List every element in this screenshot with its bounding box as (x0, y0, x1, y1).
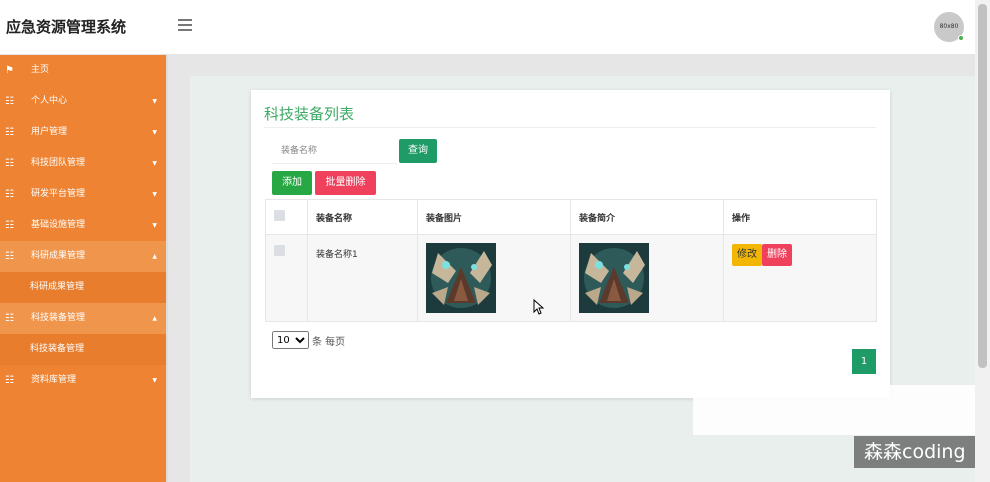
sidebar-item-label: 个人中心 (31, 96, 68, 106)
row-select-cell (265, 234, 308, 322)
select-all-checkbox[interactable] (274, 210, 285, 221)
avatar-text: 80x80 (939, 23, 959, 30)
sidebar-item-tech-team[interactable]: ☷ 科技团队管理 ▼ (0, 148, 166, 179)
sidebar: ⚑ 主页 ☷ 个人中心 ▼ ☷ 用户管理 ▼ ☷ 科技团队管理 ▼ ☷ 研发平台… (0, 55, 166, 482)
chevron-down-icon: ▼ (152, 377, 157, 384)
scrollbar-thumb[interactable] (978, 4, 987, 368)
grid-icon: ☷ (5, 375, 14, 386)
sidebar-item-rd-platform[interactable]: ☷ 研发平台管理 ▼ (0, 179, 166, 210)
screen-glare (693, 385, 975, 435)
grid-icon: ☷ (5, 189, 14, 200)
sidebar-item-label: 主页 (31, 65, 50, 75)
avatar[interactable]: 80x80 (934, 12, 964, 42)
sidebar-item-label: 科研成果管理 (31, 251, 86, 261)
select-all-header (265, 199, 308, 235)
equipment-intro-image (579, 243, 649, 313)
column-header: 装备名称 (307, 199, 418, 235)
top-bar: 应急资源管理系统 80x80 (0, 0, 975, 55)
search-input[interactable] (272, 138, 397, 164)
chevron-down-icon: ▼ (152, 98, 157, 105)
page-scrollbar[interactable] (975, 0, 990, 482)
chevron-down-icon: ▼ (152, 160, 157, 167)
sidebar-item-label: 科技装备管理 (31, 313, 86, 323)
online-status-icon (958, 35, 964, 41)
table-row: 装备名称1 修改 删除 (265, 234, 877, 322)
mouse-cursor-icon (533, 299, 545, 315)
flag-icon: ⚑ (5, 65, 14, 76)
chevron-up-icon: ▲ (152, 315, 157, 322)
column-header: 装备图片 (417, 199, 571, 235)
equipment-image[interactable] (426, 243, 496, 313)
sidebar-item-label: 资料库管理 (31, 375, 77, 385)
app-title: 应急资源管理系统 (6, 18, 127, 36)
sidebar-subitem-tech-equipment[interactable]: 科技装备管理 (0, 334, 166, 365)
table-header-row: 装备名称 装备图片 装备简介 操作 (265, 199, 877, 235)
sidebar-divider (166, 55, 168, 482)
equipment-name-cell: 装备名称1 (307, 234, 418, 322)
chevron-down-icon: ▼ (152, 129, 157, 136)
grid-icon: ☷ (5, 251, 14, 262)
sidebar-item-tech-equipment[interactable]: ☷ 科技装备管理 ▲ (0, 303, 166, 334)
equipment-table: 装备名称 装备图片 装备简介 操作 装备名称1 修改 删除 (265, 199, 877, 322)
column-header: 操作 (723, 199, 877, 235)
page-title: 科技装备列表 (264, 105, 355, 123)
column-header: 装备简介 (570, 199, 724, 235)
grid-icon: ☷ (5, 127, 14, 138)
chevron-down-icon: ▼ (152, 222, 157, 229)
chevron-down-icon: ▼ (152, 191, 157, 198)
grid-icon: ☷ (5, 220, 14, 231)
sidebar-item-label: 基础设施管理 (31, 220, 86, 230)
add-button[interactable]: 添加 (272, 171, 312, 195)
equipment-image-cell (417, 234, 571, 322)
sidebar-item-label: 研发平台管理 (31, 189, 86, 199)
sidebar-item-personal-center[interactable]: ☷ 个人中心 ▼ (0, 86, 166, 117)
sidebar-item-library[interactable]: ☷ 资料库管理 ▼ (0, 365, 166, 396)
equipment-list-card: 科技装备列表 查询 添加 批量删除 装备名称 装备图片 装备简介 操作 装备名称… (251, 90, 890, 398)
chevron-up-icon: ▲ (152, 253, 157, 260)
grid-icon: ☷ (5, 96, 14, 107)
delete-button[interactable]: 删除 (762, 244, 792, 266)
batch-delete-button[interactable]: 批量删除 (315, 171, 376, 195)
sidebar-item-users[interactable]: ☷ 用户管理 ▼ (0, 117, 166, 148)
row-checkbox[interactable] (274, 245, 285, 256)
pagination-page-button[interactable]: 1 (852, 349, 876, 374)
sidebar-item-research-results[interactable]: ☷ 科研成果管理 ▲ (0, 241, 166, 272)
title-divider (264, 127, 876, 128)
page-size-select[interactable]: 10 (272, 331, 309, 349)
actions-cell: 修改 删除 (723, 234, 877, 322)
equipment-intro-cell (570, 234, 724, 322)
query-button[interactable]: 查询 (399, 139, 437, 163)
edit-button[interactable]: 修改 (732, 244, 762, 266)
sidebar-item-label: 科技团队管理 (31, 158, 86, 168)
hamburger-menu-icon[interactable] (178, 19, 192, 31)
grid-icon: ☷ (5, 158, 14, 169)
sidebar-subitem-research-results[interactable]: 科研成果管理 (0, 272, 166, 303)
page-size-label: 条 每页 (312, 337, 346, 348)
sidebar-item-label: 用户管理 (31, 127, 68, 137)
sidebar-item-infrastructure[interactable]: ☷ 基础设施管理 ▼ (0, 210, 166, 241)
grid-icon: ☷ (5, 313, 14, 324)
watermark: 森森coding (854, 436, 980, 468)
sidebar-item-home[interactable]: ⚑ 主页 (0, 55, 166, 86)
